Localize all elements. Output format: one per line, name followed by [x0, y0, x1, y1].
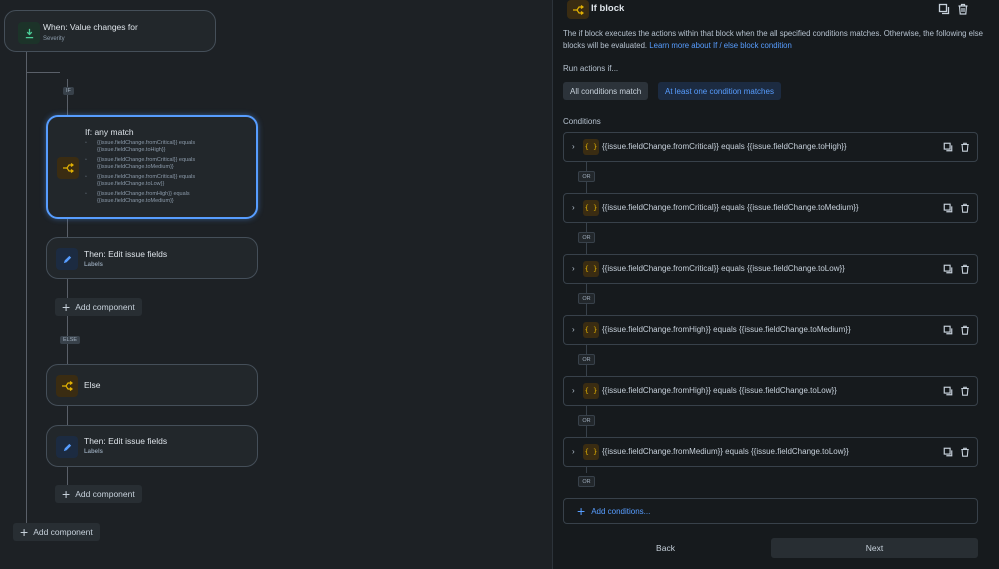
pencil-icon: [56, 248, 78, 270]
condition-row[interactable]: › { } {{issue.fieldChange.fromCritical}} e…: [563, 193, 978, 223]
plus-icon: +: [62, 486, 71, 502]
run-actions-label: Run actions if...: [563, 64, 619, 73]
duplicate-icon[interactable]: [941, 140, 955, 154]
duplicate-icon[interactable]: [941, 445, 955, 459]
all-conditions-option[interactable]: All conditions match: [563, 82, 649, 100]
or-connector: [586, 467, 587, 473]
back-button[interactable]: Back: [563, 538, 768, 558]
condition-row[interactable]: › { } {{issue.fieldChange.fromHigh}} equal…: [563, 315, 978, 345]
conditions-label: Conditions: [563, 117, 601, 126]
condition-text: {{issue.fieldChange.fromCritical}} equal…: [602, 203, 859, 212]
condition-row[interactable]: › { } {{issue.fieldChange.fromCritical}} e…: [563, 132, 978, 162]
duplicate-icon[interactable]: [936, 1, 952, 17]
plus-icon: +: [577, 503, 586, 519]
or-badge: OR: [578, 476, 595, 487]
next-button[interactable]: Next: [771, 538, 978, 558]
chevron-right-icon[interactable]: ›: [572, 142, 575, 151]
or-badge: OR: [578, 354, 595, 365]
duplicate-icon[interactable]: [941, 384, 955, 398]
condition-text: {{issue.fieldChange.fromMedium}} equals …: [602, 447, 849, 456]
else-title: Else: [84, 380, 101, 390]
add-component-button[interactable]: + Add component: [55, 298, 142, 316]
delete-icon[interactable]: [958, 140, 972, 154]
branch-icon: [567, 0, 589, 19]
rule-canvas: When: Value changes for Severity IF If: …: [0, 0, 552, 569]
duplicate-icon[interactable]: [941, 262, 955, 276]
trigger-subtitle: Severity: [43, 36, 65, 42]
if-connector: [26, 72, 60, 73]
if-block-panel: If block The if block executes the actio…: [552, 0, 999, 569]
condition-row[interactable]: › { } {{issue.fieldChange.fromHigh}} equal…: [563, 376, 978, 406]
plus-icon: +: [20, 524, 29, 540]
branch-icon: [56, 375, 78, 397]
delete-icon[interactable]: [958, 445, 972, 459]
chevron-right-icon[interactable]: ›: [572, 264, 575, 273]
condition-row[interactable]: › { } {{issue.fieldChange.fromMedium}} equ…: [563, 437, 978, 467]
condition-text: {{issue.fieldChange.fromHigh}} equals {{…: [602, 386, 837, 395]
trigger-icon: [18, 22, 40, 44]
plus-icon: +: [62, 299, 71, 315]
condition-text: {{issue.fieldChange.fromHigh}} equals {{…: [602, 325, 851, 334]
add-component-root-button[interactable]: + Add component: [13, 523, 100, 541]
delete-icon[interactable]: [958, 201, 972, 215]
else-chip: ELSE: [60, 336, 81, 344]
or-badge: OR: [578, 232, 595, 243]
then-edit-node[interactable]: Then: Edit issue fields Labels: [46, 425, 258, 467]
delete-icon[interactable]: [955, 1, 971, 17]
smart-value-icon: { }: [583, 139, 599, 155]
any-condition-option[interactable]: At least one condition matches: [658, 82, 781, 100]
chevron-right-icon[interactable]: ›: [572, 447, 575, 456]
chevron-right-icon[interactable]: ›: [572, 325, 575, 334]
list-item: {{issue.fieldChange.fromHigh}} equals {{…: [85, 191, 245, 205]
or-badge: OR: [578, 415, 595, 426]
delete-icon[interactable]: [958, 384, 972, 398]
panel-description: The if block executes the actions within…: [563, 28, 993, 51]
list-item: {{issue.fieldChange.fromCritical}} equal…: [85, 157, 245, 171]
delete-icon[interactable]: [958, 323, 972, 337]
then-edit-node[interactable]: Then: Edit issue fields Labels: [46, 237, 258, 279]
delete-icon[interactable]: [958, 262, 972, 276]
if-node-title: If: any match: [85, 127, 134, 137]
add-conditions-button[interactable]: + Add conditions...: [563, 498, 978, 524]
duplicate-icon[interactable]: [941, 201, 955, 215]
or-badge: OR: [578, 293, 595, 304]
smart-value-icon: { }: [583, 322, 599, 338]
if-chip: IF: [63, 87, 74, 95]
else-node[interactable]: Else: [46, 364, 258, 406]
if-node-condition-list: {{issue.fieldChange.fromCritical}} equal…: [85, 140, 245, 208]
trigger-node[interactable]: When: Value changes for Severity: [4, 10, 216, 52]
learn-more-link[interactable]: Learn more about If / else block conditi…: [649, 41, 792, 50]
smart-value-icon: { }: [583, 200, 599, 216]
add-component-label: Add component: [75, 489, 135, 499]
main-connector: [26, 52, 27, 530]
add-component-button[interactable]: + Add component: [55, 485, 142, 503]
then-edit-title: Then: Edit issue fields: [84, 249, 168, 259]
smart-value-icon: { }: [583, 261, 599, 277]
duplicate-icon[interactable]: [941, 323, 955, 337]
add-component-label: Add component: [75, 302, 135, 312]
trigger-title: When: Value changes for: [43, 22, 138, 32]
list-item: {{issue.fieldChange.fromCritical}} equal…: [85, 140, 245, 154]
condition-text: {{issue.fieldChange.fromCritical}} equal…: [602, 142, 847, 151]
pencil-icon: [56, 436, 78, 458]
then-edit-title: Then: Edit issue fields: [84, 436, 168, 446]
smart-value-icon: { }: [583, 444, 599, 460]
chevron-right-icon[interactable]: ›: [572, 386, 575, 395]
smart-value-icon: { }: [583, 383, 599, 399]
chevron-right-icon[interactable]: ›: [572, 203, 575, 212]
condition-text: {{issue.fieldChange.fromCritical}} equal…: [602, 264, 845, 273]
then-edit-subtitle: Labels: [84, 262, 104, 268]
if-node[interactable]: If: any match {{issue.fieldChange.fromCr…: [46, 115, 258, 219]
panel-title: If block: [591, 3, 625, 14]
add-component-label: Add component: [33, 527, 93, 537]
add-conditions-label: Add conditions...: [591, 506, 651, 516]
then-edit-subtitle: Labels: [84, 449, 104, 455]
condition-row[interactable]: › { } {{issue.fieldChange.fromCritical}} e…: [563, 254, 978, 284]
list-item: {{issue.fieldChange.fromCritical}} equal…: [85, 174, 245, 188]
branch-icon: [57, 157, 79, 179]
or-badge: OR: [578, 171, 595, 182]
